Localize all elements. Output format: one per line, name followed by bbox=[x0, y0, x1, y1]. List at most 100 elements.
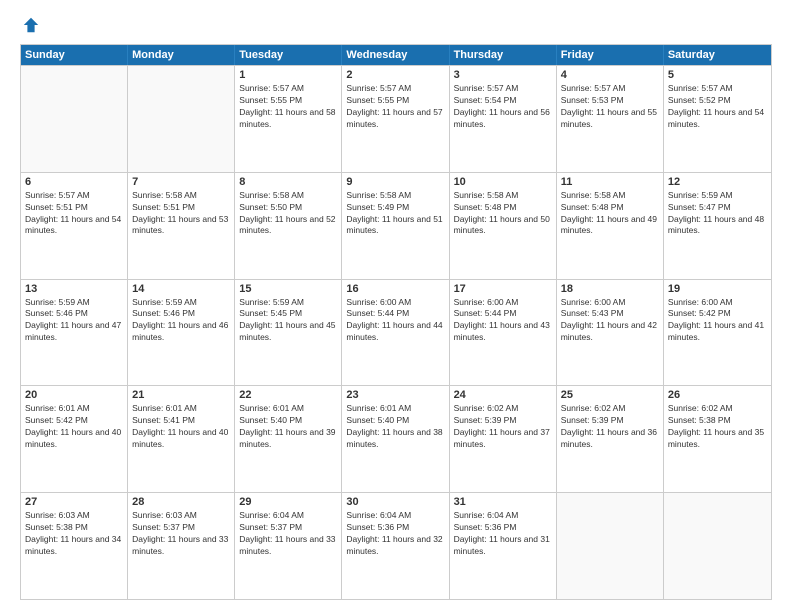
day-info: Sunrise: 6:01 AM Sunset: 5:42 PM Dayligh… bbox=[25, 403, 123, 451]
day-number: 5 bbox=[668, 69, 767, 81]
day-number: 12 bbox=[668, 176, 767, 188]
day-info: Sunrise: 6:03 AM Sunset: 5:38 PM Dayligh… bbox=[25, 510, 123, 558]
day-number: 29 bbox=[239, 496, 337, 508]
day-info: Sunrise: 5:59 AM Sunset: 5:46 PM Dayligh… bbox=[25, 297, 123, 345]
day-number: 31 bbox=[454, 496, 552, 508]
calendar-cell: 1 Sunrise: 5:57 AM Sunset: 5:55 PM Daylig… bbox=[235, 66, 342, 172]
calendar-header: SundayMondayTuesdayWednesdayThursdayFrid… bbox=[21, 45, 771, 65]
calendar-cell: 18Sunrise: 6:00 AM Sunset: 5:43 PM Dayli… bbox=[557, 280, 664, 386]
day-info: Sunrise: 5:57 AM Sunset: 5:52 PM Dayligh… bbox=[668, 83, 767, 131]
header-day-saturday: Saturday bbox=[664, 45, 771, 65]
calendar-body: 1 Sunrise: 5:57 AM Sunset: 5:55 PM Daylig… bbox=[21, 65, 771, 599]
header-day-monday: Monday bbox=[128, 45, 235, 65]
logo-icon bbox=[22, 16, 40, 34]
calendar-cell: 8 Sunrise: 5:58 AM Sunset: 5:50 PM Daylig… bbox=[235, 173, 342, 279]
day-info: Sunrise: 6:02 AM Sunset: 5:39 PM Dayligh… bbox=[561, 403, 659, 451]
calendar-cell: 24 Sunrise: 6:02 AM Sunset: 5:39 PM Dayli… bbox=[450, 386, 557, 492]
day-number: 24 bbox=[454, 389, 552, 401]
day-info: Sunrise: 5:58 AM Sunset: 5:48 PM Dayligh… bbox=[561, 190, 659, 238]
day-number: 15 bbox=[239, 283, 337, 295]
header-day-friday: Friday bbox=[557, 45, 664, 65]
calendar-cell bbox=[664, 493, 771, 599]
day-number: 30 bbox=[346, 496, 444, 508]
day-info: Sunrise: 5:59 AM Sunset: 5:47 PM Dayligh… bbox=[668, 190, 767, 238]
day-number: 26 bbox=[668, 389, 767, 401]
header-day-sunday: Sunday bbox=[21, 45, 128, 65]
day-info: Sunrise: 6:03 AM Sunset: 5:37 PM Dayligh… bbox=[132, 510, 230, 558]
calendar-cell: 5 Sunrise: 5:57 AM Sunset: 5:52 PM Daylig… bbox=[664, 66, 771, 172]
day-number: 27 bbox=[25, 496, 123, 508]
day-number: 16 bbox=[346, 283, 444, 295]
day-number: 6 bbox=[25, 176, 123, 188]
day-number: 9 bbox=[346, 176, 444, 188]
day-info: Sunrise: 5:58 AM Sunset: 5:49 PM Dayligh… bbox=[346, 190, 444, 238]
day-info: Sunrise: 5:58 AM Sunset: 5:50 PM Dayligh… bbox=[239, 190, 337, 238]
calendar-cell: 17Sunrise: 6:00 AM Sunset: 5:44 PM Dayli… bbox=[450, 280, 557, 386]
calendar-cell: 19 Sunrise: 6:00 AM Sunset: 5:42 PM Dayli… bbox=[664, 280, 771, 386]
day-info: Sunrise: 5:57 AM Sunset: 5:54 PM Dayligh… bbox=[454, 83, 552, 131]
day-info: Sunrise: 6:00 AM Sunset: 5:42 PM Dayligh… bbox=[668, 297, 767, 345]
calendar-cell: 25 Sunrise: 6:02 AM Sunset: 5:39 PM Dayli… bbox=[557, 386, 664, 492]
day-info: Sunrise: 6:02 AM Sunset: 5:38 PM Dayligh… bbox=[668, 403, 767, 451]
calendar-cell bbox=[128, 66, 235, 172]
header bbox=[20, 16, 772, 34]
calendar-cell: 16 Sunrise: 6:00 AM Sunset: 5:44 PM Dayli… bbox=[342, 280, 449, 386]
day-info: Sunrise: 6:00 AM Sunset: 5:43 PM Dayligh… bbox=[561, 297, 659, 345]
calendar-cell: 3Sunrise: 5:57 AM Sunset: 5:54 PM Daylig… bbox=[450, 66, 557, 172]
day-info: Sunrise: 5:57 AM Sunset: 5:55 PM Dayligh… bbox=[346, 83, 444, 131]
calendar-cell: 20 Sunrise: 6:01 AM Sunset: 5:42 PM Dayli… bbox=[21, 386, 128, 492]
calendar: SundayMondayTuesdayWednesdayThursdayFrid… bbox=[20, 44, 772, 600]
day-number: 4 bbox=[561, 69, 659, 81]
day-number: 25 bbox=[561, 389, 659, 401]
day-info: Sunrise: 5:57 AM Sunset: 5:51 PM Dayligh… bbox=[25, 190, 123, 238]
day-number: 19 bbox=[668, 283, 767, 295]
calendar-cell: 4Sunrise: 5:57 AM Sunset: 5:53 PM Daylig… bbox=[557, 66, 664, 172]
calendar-cell: 2Sunrise: 5:57 AM Sunset: 5:55 PM Daylig… bbox=[342, 66, 449, 172]
day-info: Sunrise: 5:58 AM Sunset: 5:48 PM Dayligh… bbox=[454, 190, 552, 238]
calendar-cell: 12 Sunrise: 5:59 AM Sunset: 5:47 PM Dayli… bbox=[664, 173, 771, 279]
day-number: 14 bbox=[132, 283, 230, 295]
header-day-wednesday: Wednesday bbox=[342, 45, 449, 65]
calendar-cell: 14Sunrise: 5:59 AM Sunset: 5:46 PM Dayli… bbox=[128, 280, 235, 386]
day-number: 20 bbox=[25, 389, 123, 401]
day-info: Sunrise: 6:04 AM Sunset: 5:37 PM Dayligh… bbox=[239, 510, 337, 558]
day-number: 10 bbox=[454, 176, 552, 188]
calendar-row-2: 6 Sunrise: 5:57 AM Sunset: 5:51 PM Daylig… bbox=[21, 172, 771, 279]
day-number: 23 bbox=[346, 389, 444, 401]
calendar-cell: 11 Sunrise: 5:58 AM Sunset: 5:48 PM Dayli… bbox=[557, 173, 664, 279]
calendar-row-4: 20 Sunrise: 6:01 AM Sunset: 5:42 PM Dayli… bbox=[21, 385, 771, 492]
calendar-cell: 13 Sunrise: 5:59 AM Sunset: 5:46 PM Dayli… bbox=[21, 280, 128, 386]
calendar-row-1: 1 Sunrise: 5:57 AM Sunset: 5:55 PM Daylig… bbox=[21, 65, 771, 172]
calendar-cell bbox=[21, 66, 128, 172]
day-info: Sunrise: 5:59 AM Sunset: 5:45 PM Dayligh… bbox=[239, 297, 337, 345]
day-number: 13 bbox=[25, 283, 123, 295]
day-number: 17 bbox=[454, 283, 552, 295]
calendar-cell: 31 Sunrise: 6:04 AM Sunset: 5:36 PM Dayli… bbox=[450, 493, 557, 599]
calendar-cell: 28Sunrise: 6:03 AM Sunset: 5:37 PM Dayli… bbox=[128, 493, 235, 599]
day-number: 1 bbox=[239, 69, 337, 81]
day-info: Sunrise: 6:02 AM Sunset: 5:39 PM Dayligh… bbox=[454, 403, 552, 451]
calendar-cell: 9 Sunrise: 5:58 AM Sunset: 5:49 PM Daylig… bbox=[342, 173, 449, 279]
calendar-cell bbox=[557, 493, 664, 599]
day-number: 11 bbox=[561, 176, 659, 188]
day-info: Sunrise: 6:01 AM Sunset: 5:40 PM Dayligh… bbox=[239, 403, 337, 451]
calendar-cell: 27 Sunrise: 6:03 AM Sunset: 5:38 PM Dayli… bbox=[21, 493, 128, 599]
day-info: Sunrise: 6:01 AM Sunset: 5:41 PM Dayligh… bbox=[132, 403, 230, 451]
calendar-cell: 29 Sunrise: 6:04 AM Sunset: 5:37 PM Dayli… bbox=[235, 493, 342, 599]
day-info: Sunrise: 5:58 AM Sunset: 5:51 PM Dayligh… bbox=[132, 190, 230, 238]
header-day-thursday: Thursday bbox=[450, 45, 557, 65]
calendar-cell: 26 Sunrise: 6:02 AM Sunset: 5:38 PM Dayli… bbox=[664, 386, 771, 492]
day-info: Sunrise: 6:01 AM Sunset: 5:40 PM Dayligh… bbox=[346, 403, 444, 451]
day-number: 7 bbox=[132, 176, 230, 188]
calendar-row-5: 27 Sunrise: 6:03 AM Sunset: 5:38 PM Dayli… bbox=[21, 492, 771, 599]
day-info: Sunrise: 5:57 AM Sunset: 5:55 PM Dayligh… bbox=[239, 83, 337, 131]
day-info: Sunrise: 6:04 AM Sunset: 5:36 PM Dayligh… bbox=[454, 510, 552, 558]
day-number: 21 bbox=[132, 389, 230, 401]
day-number: 8 bbox=[239, 176, 337, 188]
calendar-cell: 6 Sunrise: 5:57 AM Sunset: 5:51 PM Daylig… bbox=[21, 173, 128, 279]
calendar-row-3: 13 Sunrise: 5:59 AM Sunset: 5:46 PM Dayli… bbox=[21, 279, 771, 386]
day-info: Sunrise: 6:00 AM Sunset: 5:44 PM Dayligh… bbox=[346, 297, 444, 345]
day-info: Sunrise: 6:04 AM Sunset: 5:36 PM Dayligh… bbox=[346, 510, 444, 558]
calendar-cell: 10 Sunrise: 5:58 AM Sunset: 5:48 PM Dayli… bbox=[450, 173, 557, 279]
calendar-cell: 7 Sunrise: 5:58 AM Sunset: 5:51 PM Daylig… bbox=[128, 173, 235, 279]
